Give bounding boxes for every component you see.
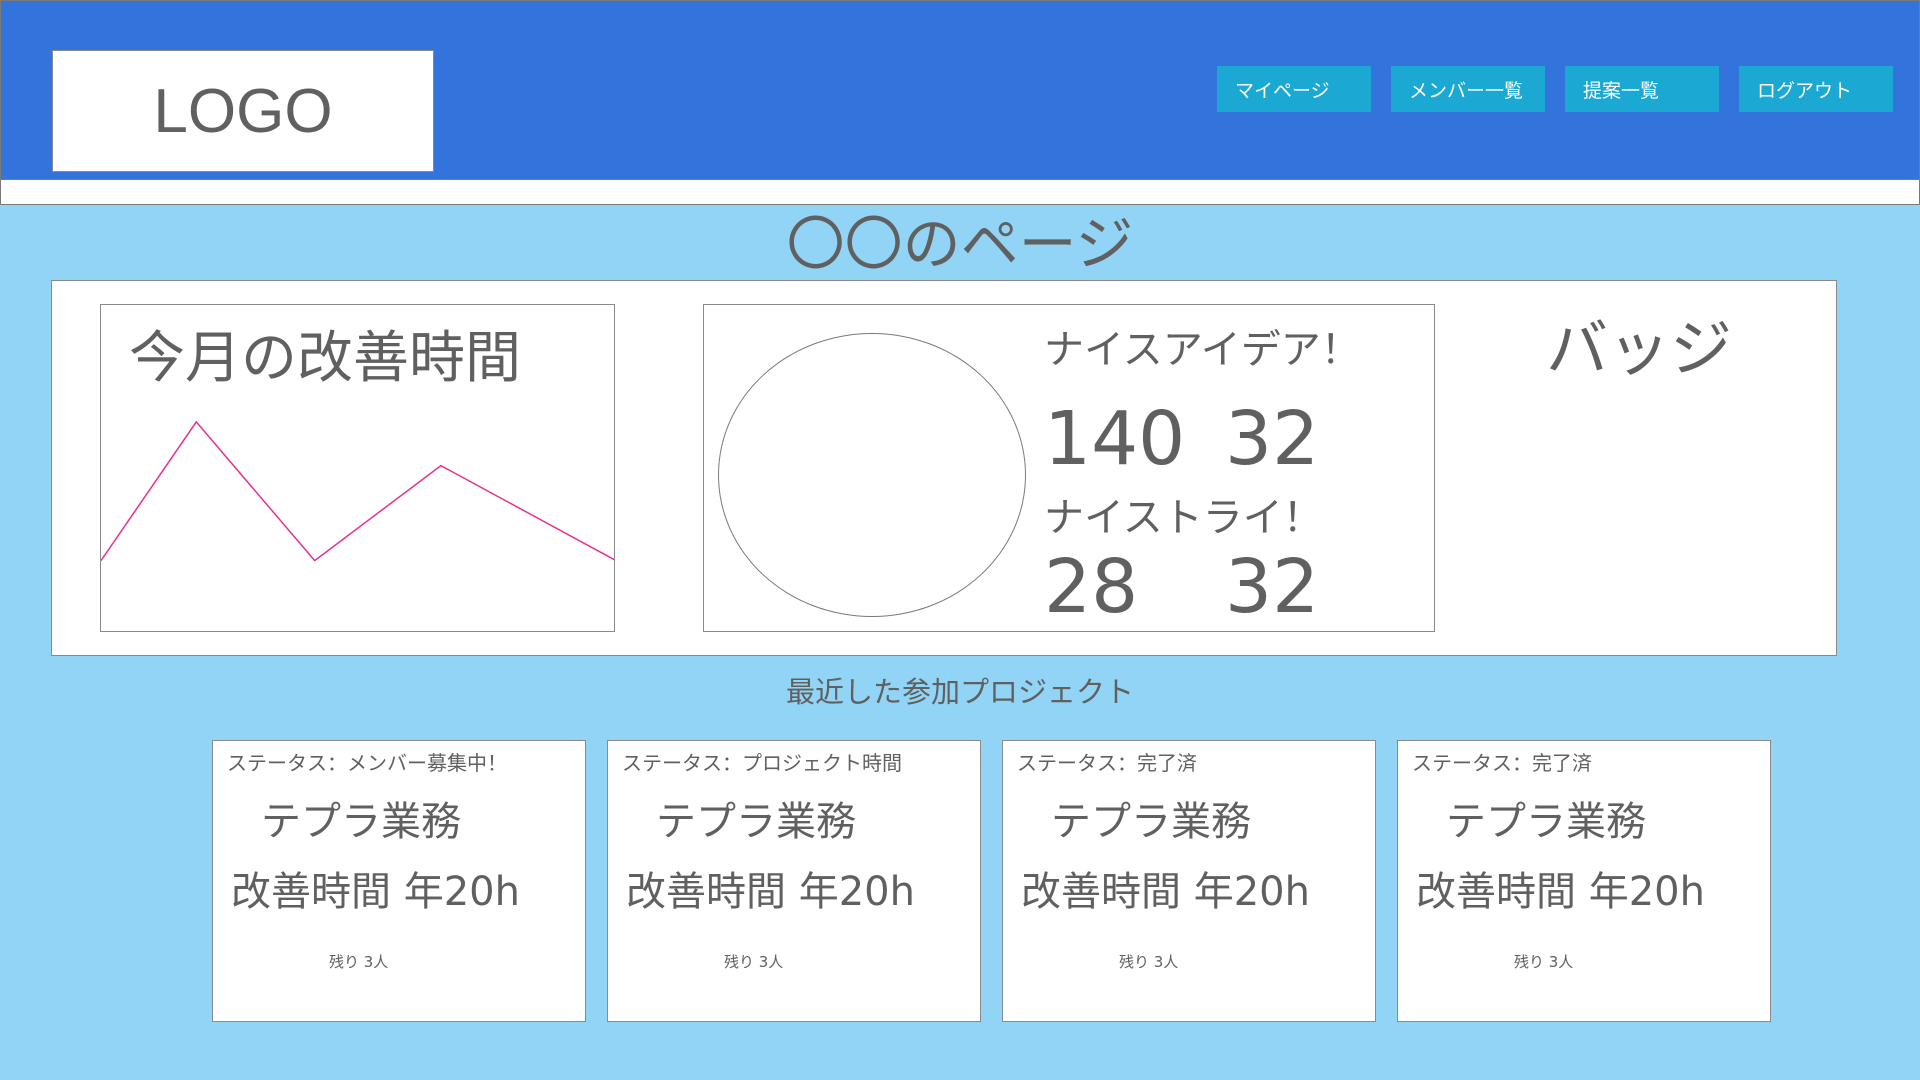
- header-divider: [0, 180, 1920, 205]
- card-remaining-members: 残り 3人: [1514, 953, 1574, 971]
- nice-idea-value-2: 32: [1225, 396, 1320, 482]
- card-project-name: テプラ業務: [656, 799, 856, 845]
- project-card[interactable]: ステータス：メンバー募集中！ テプラ業務 改善時間 年20h 残り 3人: [212, 740, 586, 1022]
- project-card[interactable]: ステータス：完了済 テプラ業務 改善時間 年20h 残り 3人: [1397, 740, 1771, 1022]
- graph-title: 今月の改善時間: [129, 326, 521, 391]
- avatar-circle: [718, 333, 1026, 617]
- card-project-name: テプラ業務: [1051, 799, 1251, 845]
- card-status: ステータス：完了済: [1017, 751, 1197, 775]
- graph-line: [101, 420, 614, 562]
- card-remaining-members: 残り 3人: [329, 953, 389, 971]
- card-improvement-hours: 改善時間 年20h: [1021, 869, 1310, 915]
- nav-member-list-button[interactable]: メンバー一覧: [1391, 66, 1545, 112]
- project-card[interactable]: ステータス：完了済 テプラ業務 改善時間 年20h 残り 3人: [1002, 740, 1376, 1022]
- page-title: 〇〇のページ: [786, 210, 1134, 278]
- card-status: ステータス：メンバー募集中！: [227, 751, 507, 775]
- card-status: ステータス：プロジェクト時間: [622, 751, 902, 775]
- nav-mypage-button[interactable]: マイページ: [1217, 66, 1371, 112]
- card-project-name: テプラ業務: [261, 799, 461, 845]
- badge-label: バッジ: [1546, 312, 1733, 385]
- card-improvement-hours: 改善時間 年20h: [1416, 869, 1705, 915]
- nice-idea-label: ナイスアイデア！: [1044, 327, 1361, 373]
- card-improvement-hours: 改善時間 年20h: [231, 869, 520, 915]
- nice-try-label: ナイストライ！: [1044, 495, 1323, 541]
- card-remaining-members: 残り 3人: [724, 953, 784, 971]
- card-status: ステータス：完了済: [1412, 751, 1592, 775]
- nice-try-value-2: 32: [1225, 544, 1320, 630]
- card-remaining-members: 残り 3人: [1119, 953, 1179, 971]
- card-project-name: テプラ業務: [1446, 799, 1646, 845]
- recent-projects-title: 最近した参加プロジェクト: [785, 675, 1134, 709]
- project-card[interactable]: ステータス：プロジェクト時間 テプラ業務 改善時間 年20h 残り 3人: [607, 740, 981, 1022]
- nav-logout-button[interactable]: ログアウト: [1739, 66, 1893, 112]
- nice-try-value-1: 28: [1044, 544, 1139, 630]
- logo[interactable]: LOGO: [52, 50, 434, 172]
- evaluation-stats-box: ナイスアイデア！ 140 32 ナイストライ！ 28 32: [703, 304, 1435, 632]
- card-improvement-hours: 改善時間 年20h: [626, 869, 915, 915]
- nav-proposal-list-button[interactable]: 提案一覧: [1565, 66, 1719, 112]
- nice-idea-value-1: 140: [1044, 396, 1186, 482]
- improvement-time-graph: 今月の改善時間: [100, 304, 615, 632]
